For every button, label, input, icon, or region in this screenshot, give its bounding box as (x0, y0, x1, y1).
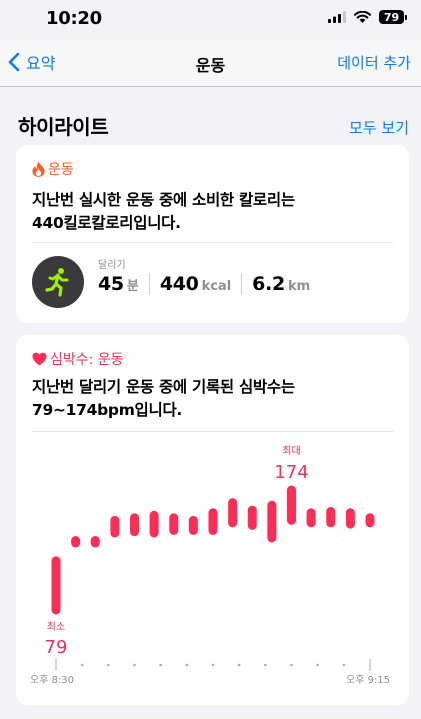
axis-dot (107, 663, 110, 667)
heart-rate-highlight-card[interactable]: 심박수: 운동 지난번 달리기 운동 중에 기록된 심박수는 79~174bpm… (16, 335, 409, 705)
workout-headline-line2: 440킬로칼로리입니다. (32, 214, 181, 232)
signal-icon (328, 11, 346, 23)
distance-metric: 6.2 km (252, 273, 320, 295)
card-divider (32, 242, 393, 243)
battery-level: 79 (379, 10, 404, 24)
highlights-title: 하이라이트 (18, 115, 109, 139)
heart-rate-chart: 최대 174 최소 79 오후 8:30 오후 9:15 (30, 445, 390, 686)
axis-dot (264, 663, 267, 667)
add-data-button[interactable]: 데이터 추가 (337, 52, 411, 73)
axis-dot (316, 663, 319, 667)
x-axis-end-label: 오후 9:15 (346, 674, 390, 686)
axis-dot (290, 663, 293, 667)
navigation-bar: 요약 운동 데이터 추가 (0, 40, 421, 87)
duration-value: 45 (98, 273, 124, 295)
running-figure-icon (45, 268, 69, 297)
wifi-icon (354, 11, 371, 23)
duration-unit: 분 (126, 279, 139, 294)
axis-dot (159, 663, 162, 667)
activity-name: 달리기 (98, 260, 126, 271)
axis-dot (185, 663, 189, 667)
axis-dot (133, 663, 136, 667)
flame-icon (32, 161, 45, 177)
axis-dot (237, 663, 241, 667)
calories-unit: kcal (201, 279, 232, 294)
max-value-label: 174 (274, 462, 308, 483)
workout-headline-line1: 지난번 실시한 운동 중에 소비한 칼로리는 (32, 191, 295, 209)
min-value-label: 79 (45, 637, 68, 658)
workout-category: 운동 (32, 159, 74, 179)
min-label: 최소 (47, 621, 65, 633)
show-all-button[interactable]: 모두 보기 (349, 117, 409, 138)
calories-value: 440 (159, 273, 199, 295)
status-time: 10:20 (46, 8, 102, 29)
workout-highlight-card[interactable]: 운동 지난번 실시한 운동 중에 소비한 칼로리는 440킬로칼로리입니다. 달… (16, 145, 409, 323)
distance-value: 6.2 (252, 273, 285, 295)
max-label: 최대 (282, 445, 300, 457)
workout-headline: 지난번 실시한 운동 중에 소비한 칼로리는 440킬로칼로리입니다. (32, 189, 393, 235)
activity-badge (32, 256, 84, 308)
battery-icon: 79 (379, 10, 407, 24)
status-bar: 10:20 79 (0, 0, 421, 40)
axis-dot (80, 663, 84, 667)
calories-metric: 440 kcal (160, 273, 241, 295)
x-axis-start-label: 오후 8:30 (30, 674, 74, 686)
axis-dot (342, 663, 346, 667)
metric-separator (241, 273, 243, 295)
status-icons: 79 (328, 10, 407, 24)
axis-dot (211, 663, 215, 667)
duration-metric: 45 분 (98, 273, 149, 295)
distance-unit: km (287, 279, 311, 294)
workout-metrics: 45 분 440 kcal 6.2 km (98, 273, 320, 295)
workout-category-label: 운동 (48, 162, 74, 178)
metric-separator (148, 273, 150, 295)
